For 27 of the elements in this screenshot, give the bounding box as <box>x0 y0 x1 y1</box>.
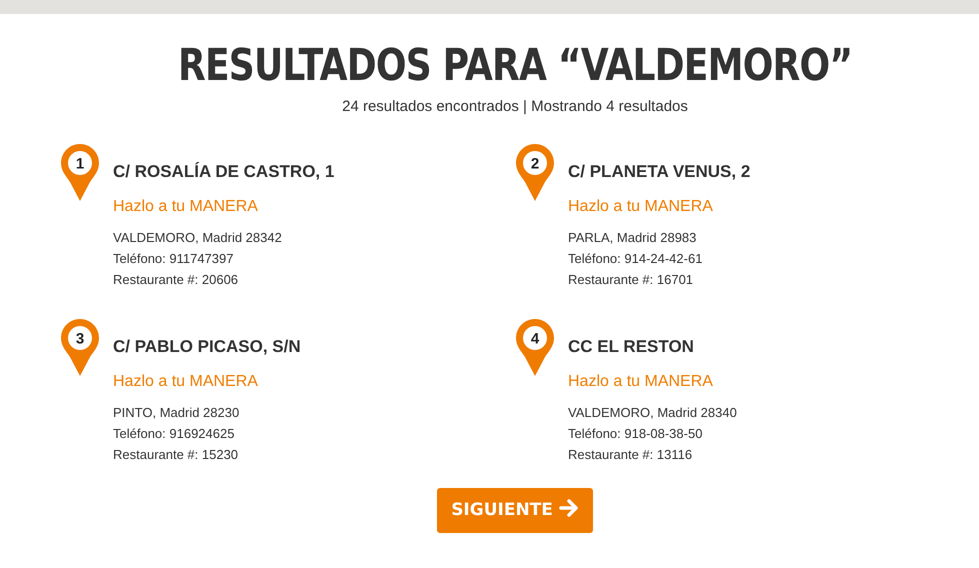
store-address: C/ ROSALÍA DE CASTRO, 1 <box>113 162 334 180</box>
store-phone: Teléfono: 914-24-42-61 <box>568 251 702 266</box>
map-pin-icon: 1 <box>60 142 100 202</box>
store-tagline: Hazlo a tu MANERA <box>568 198 713 215</box>
store-city: VALDEMORO, Madrid 28342 <box>113 230 282 245</box>
restaurant-number: Restaurante #: 16701 <box>568 272 694 287</box>
store-tagline: Hazlo a tu MANERA <box>568 373 713 390</box>
store-address: C/ PABLO PICASO, S/N <box>113 336 301 356</box>
restaurant-number: Restaurante #: 13116 <box>568 447 692 462</box>
restaurant-number: Restaurante #: 20606 <box>113 272 238 287</box>
store-city: VALDEMORO, Madrid 28340 <box>568 405 737 420</box>
map-pin-icon: 4 <box>515 318 555 378</box>
restaurant-number: Restaurante #: 15230 <box>113 447 238 462</box>
store-address: C/ PLANETA VENUS, 2 <box>568 162 750 180</box>
store-tagline: Hazlo a tu MANERA <box>113 373 258 390</box>
store-phone: Teléfono: 918-08-38-50 <box>568 426 702 441</box>
page-title: RESULTADOS PARA “VALDEMORO” <box>178 44 852 88</box>
results-summary: 24 resultados encontrados | Mostrando 4 resultados <box>342 98 688 115</box>
map-pin-icon: 3 <box>60 318 100 378</box>
store-tagline: Hazlo a tu MANERA <box>113 198 258 215</box>
map-pin-icon: 2 <box>515 142 555 202</box>
store-city: PARLA, Madrid 28983 <box>568 230 696 245</box>
store-city: PINTO, Madrid 28230 <box>113 405 240 420</box>
store-phone: Teléfono: 911747397 <box>113 251 234 266</box>
store-phone: Teléfono: 916924625 <box>113 426 234 441</box>
next-button[interactable]: SIGUIENTE <box>437 488 593 533</box>
store-address: CC EL RESTON <box>568 336 694 356</box>
